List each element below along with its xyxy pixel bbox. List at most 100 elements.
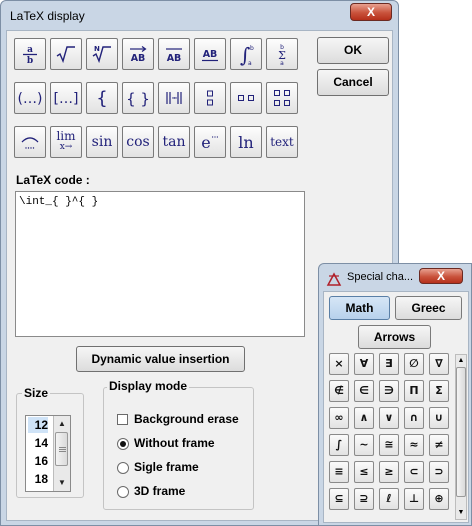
- svg-text:{ }: { }: [126, 90, 150, 108]
- scroll-up-arrow-icon[interactable]: ▲: [54, 417, 70, 431]
- limit-button[interactable]: lim x→: [50, 126, 82, 158]
- size-list[interactable]: 12 14 16 18 ▲ ▼: [25, 415, 71, 492]
- column-vector-button[interactable]: [194, 82, 226, 114]
- char-button[interactable]: ∞: [329, 407, 349, 429]
- svg-text:{: {: [96, 88, 107, 109]
- svg-text:(…): (…): [18, 91, 42, 107]
- dynamic-value-insertion-button[interactable]: Dynamic value insertion: [76, 346, 245, 372]
- grid-scroll-down-arrow-icon[interactable]: ▼: [456, 507, 466, 519]
- underline-button[interactable]: AB: [194, 38, 226, 70]
- char-button[interactable]: ℓ: [379, 488, 399, 510]
- char-button[interactable]: ⊥: [404, 488, 424, 510]
- parentheses-button[interactable]: (…): [14, 82, 46, 114]
- char-button[interactable]: ≠: [429, 434, 449, 456]
- char-button[interactable]: ×: [329, 353, 349, 375]
- size-group-title: Size: [22, 386, 51, 400]
- row-vector-button[interactable]: [230, 82, 262, 114]
- sum-button[interactable]: bΣa: [266, 38, 298, 70]
- size-option-12[interactable]: 12: [28, 417, 48, 433]
- braces-button[interactable]: { }: [122, 82, 154, 114]
- size-scrollbar[interactable]: ▲ ▼: [53, 416, 70, 491]
- svg-text:AB: AB: [203, 49, 218, 60]
- char-button[interactable]: ⊆: [329, 488, 349, 510]
- char-button[interactable]: ∼: [354, 434, 374, 456]
- latex-code-editor[interactable]: \int_{ }^{ }: [15, 191, 305, 337]
- char-button[interactable]: ⊃: [429, 461, 449, 483]
- char-button[interactable]: ∧: [354, 407, 374, 429]
- cancel-button[interactable]: Cancel: [317, 69, 389, 96]
- tab-math[interactable]: Math: [329, 296, 390, 320]
- size-option-18[interactable]: 18: [28, 471, 48, 487]
- 3d-frame-label: 3D frame: [134, 484, 186, 498]
- char-button[interactable]: ∋: [379, 380, 399, 402]
- fraction-button[interactable]: ab: [14, 38, 46, 70]
- sigle-frame-radio[interactable]: [117, 462, 129, 474]
- char-button[interactable]: ∀: [354, 353, 374, 375]
- svg-text:AB: AB: [131, 53, 146, 64]
- brackets-button[interactable]: […]: [50, 82, 82, 114]
- nth-root-button[interactable]: N: [86, 38, 118, 70]
- char-button[interactable]: ≅: [379, 434, 399, 456]
- hat-icon: [21, 137, 39, 149]
- brackets-icon: […]: [54, 91, 78, 107]
- char-button[interactable]: Π: [404, 380, 424, 402]
- special-characters-window: Special cha... X Math Greec Arrows × ∀ ∃ ∅ ∇…: [318, 263, 472, 526]
- scroll-down-arrow-icon[interactable]: ▼: [54, 476, 70, 490]
- close-button[interactable]: X: [350, 3, 392, 21]
- char-button[interactable]: ≥: [379, 461, 399, 483]
- char-button[interactable]: ∅: [404, 353, 424, 375]
- integral-button[interactable]: ∫ b a: [230, 38, 262, 70]
- grid-scroll-thumb[interactable]: [456, 367, 466, 497]
- lim-subscript: x→: [59, 142, 73, 152]
- exponential-button[interactable]: e: [194, 126, 226, 158]
- char-button[interactable]: ≤: [354, 461, 374, 483]
- without-frame-label: Without frame: [134, 436, 215, 450]
- svg-text:a: a: [280, 60, 284, 66]
- ln-button[interactable]: ln: [230, 126, 262, 158]
- special-close-button[interactable]: X: [419, 268, 463, 284]
- char-button[interactable]: ∩: [404, 407, 424, 429]
- hat-button[interactable]: [14, 126, 46, 158]
- overline-button[interactable]: AB: [158, 38, 190, 70]
- nth-root-icon: N: [92, 45, 111, 64]
- matrix-button[interactable]: [266, 82, 298, 114]
- sin-button[interactable]: sin: [86, 126, 118, 158]
- grid-scroll-up-arrow-icon[interactable]: ▲: [456, 355, 466, 367]
- size-option-16[interactable]: 16: [28, 453, 48, 469]
- background-erase-checkbox[interactable]: [117, 414, 128, 425]
- sqrt-button[interactable]: [50, 38, 82, 70]
- char-button[interactable]: Σ: [429, 380, 449, 402]
- char-button[interactable]: ∪: [429, 407, 449, 429]
- vector-button[interactable]: AB: [122, 38, 154, 70]
- char-button[interactable]: ⊂: [404, 461, 424, 483]
- tab-arrows[interactable]: Arrows: [358, 325, 431, 349]
- char-button[interactable]: ≡: [329, 461, 349, 483]
- left-brace-button[interactable]: {: [86, 82, 118, 114]
- ok-button[interactable]: OK: [317, 37, 389, 64]
- title-bar[interactable]: LaTeX display X: [1, 1, 398, 32]
- size-option-14[interactable]: 14: [28, 435, 48, 451]
- svg-text:b: b: [250, 45, 254, 52]
- char-button[interactable]: ∨: [379, 407, 399, 429]
- char-button[interactable]: ∃: [379, 353, 399, 375]
- norm-button[interactable]: [158, 82, 190, 114]
- 3d-frame-radio[interactable]: [117, 486, 129, 498]
- square-root-icon: [56, 46, 75, 64]
- char-button[interactable]: ⊇: [354, 488, 374, 510]
- underline-icon: AB: [202, 49, 218, 62]
- scroll-thumb[interactable]: [55, 432, 68, 466]
- cos-button[interactable]: cos: [122, 126, 154, 158]
- char-button[interactable]: ∫: [329, 434, 349, 456]
- tan-button[interactable]: tan: [158, 126, 190, 158]
- char-button[interactable]: ∈: [354, 380, 374, 402]
- display-mode-group: Display mode Background erase Without fr…: [103, 379, 254, 510]
- char-button[interactable]: ∇: [429, 353, 449, 375]
- text-button[interactable]: text: [266, 126, 298, 158]
- sum-icon: bΣa: [278, 44, 286, 66]
- char-button[interactable]: ∉: [329, 380, 349, 402]
- char-button[interactable]: ⊕: [429, 488, 449, 510]
- without-frame-radio[interactable]: [117, 438, 129, 450]
- tab-greec[interactable]: Greec: [395, 296, 462, 320]
- character-grid-scrollbar[interactable]: ▲ ▼: [455, 354, 467, 520]
- char-button[interactable]: ≈: [404, 434, 424, 456]
